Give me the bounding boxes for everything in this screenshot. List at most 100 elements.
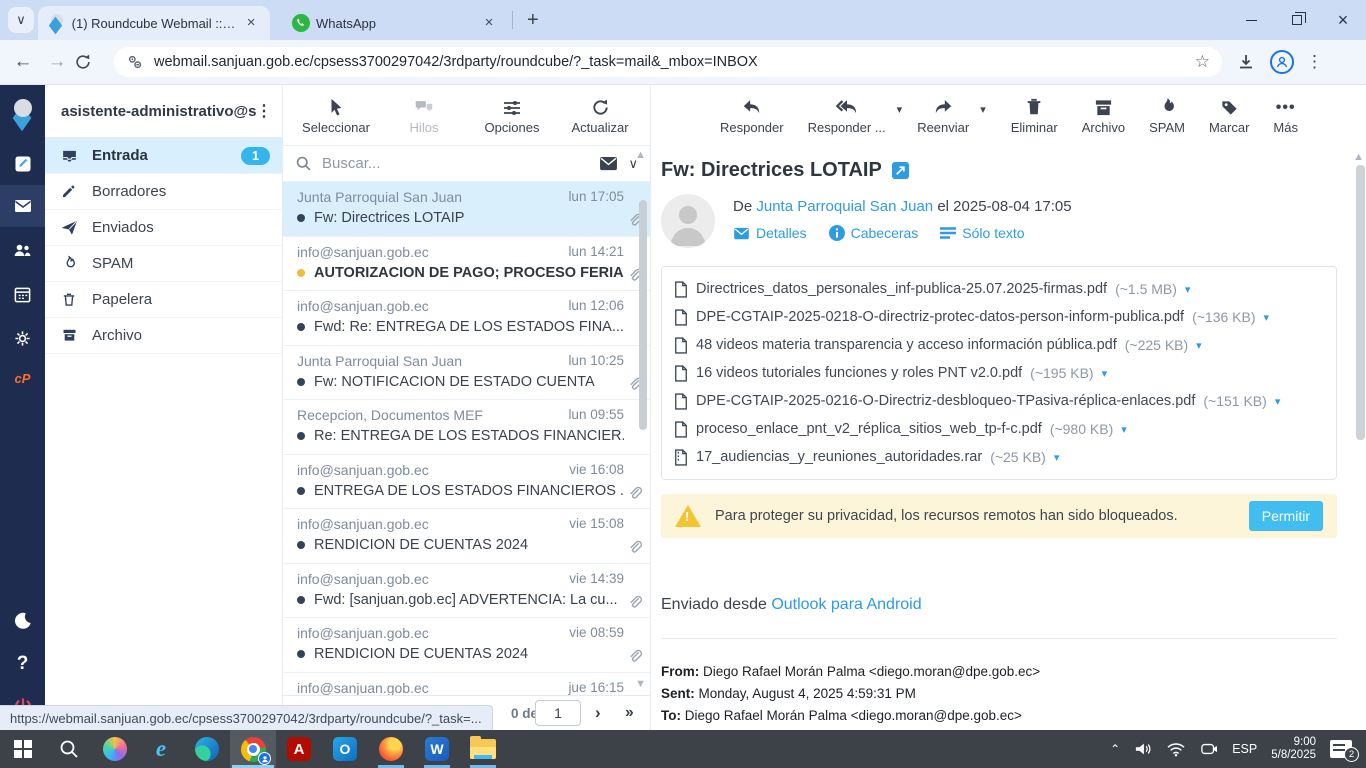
last-page-icon[interactable]: ›› [625,704,632,722]
bookmark-star-icon[interactable]: ☆ [1195,52,1210,72]
chrome-button[interactable] [230,730,276,768]
calendar-icon[interactable] [0,273,45,315]
address-bar[interactable]: webmail.sanjuan.gob.ec/cpsess3700297042/… [114,47,1222,77]
url-text[interactable]: webmail.sanjuan.gob.ec/cpsess3700297042/… [154,54,1195,70]
attachment-menu-caret[interactable]: ▾ [1185,283,1191,296]
tab-close-icon[interactable]: × [242,14,260,32]
page-number-input[interactable] [535,700,581,726]
scroll-up-arrow[interactable]: ▲ [1353,151,1364,163]
file-explorer-button[interactable] [460,730,506,768]
settings-gear-icon[interactable] [0,317,45,359]
sidebar-item-archivo[interactable]: Archivo [45,318,282,354]
sidebar-item-spam[interactable]: SPAM [45,246,282,282]
attachment-row[interactable]: DPE-CGTAIP-2025-0218-O-directriz-protec-… [674,303,1324,331]
attachment-menu-caret[interactable]: ▾ [1054,451,1060,464]
wifi-icon[interactable] [1159,730,1193,768]
attachment-menu-caret[interactable]: ▾ [1102,367,1108,380]
attachment-menu-caret[interactable]: ▾ [1121,423,1127,436]
message-row[interactable]: Junta Parroquial San Juanlun 10:25 Fw: N… [283,346,650,401]
tab-whatsapp[interactable]: WhatsApp × [282,6,508,40]
message-row[interactable]: info@sanjuan.gob.ecvie 15:08 RENDICION D… [283,509,650,564]
clock[interactable]: 9:00 5/8/2025 [1264,730,1323,768]
reply-button[interactable]: Responder [711,95,793,135]
archive-button[interactable]: Archivo [1073,95,1134,135]
message-row[interactable]: info@sanjuan.gob.ecjue 16:15 [283,673,650,696]
mark-button[interactable]: Marcar [1200,95,1258,135]
reload-button[interactable] [74,53,108,71]
close-window-button[interactable]: × [1320,0,1366,40]
forward-button[interactable]: → [40,51,74,73]
refresh-button[interactable]: Actualizar [564,95,636,135]
dark-mode-moon-icon[interactable] [0,600,45,642]
message-row[interactable]: Recepcion, Documentos MEFlun 09:55 Re: E… [283,400,650,455]
outlook-button[interactable]: O [322,730,368,768]
compose-icon[interactable] [0,143,45,185]
details-link[interactable]: Detalles [733,225,807,241]
reply-all-dropdown-caret[interactable]: ▾ [897,103,903,116]
next-page-icon[interactable]: › [595,703,601,723]
attachment-row[interactable]: proceso_enlace_pnt_v2_réplica_sitios_web… [674,415,1324,443]
headers-link[interactable]: Cabeceras [829,225,919,241]
sidebar-item-borradores[interactable]: Borradores [45,174,282,210]
message-row[interactable]: info@sanjuan.gob.eclun 14:21 AUTORIZACIO… [283,237,650,292]
downloads-icon[interactable] [1236,52,1256,72]
forward-button[interactable]: Reenviar [908,95,978,135]
word-button[interactable]: W [414,730,460,768]
list-scrollbar-thumb[interactable] [639,200,647,430]
more-button[interactable]: ••• Más [1264,95,1307,135]
forward-dropdown-caret[interactable]: ▾ [980,103,986,116]
attachment-row[interactable]: 17_audiencias_y_reuniones_autoridades.ra… [674,443,1324,471]
sender-link[interactable]: Junta Parroquial San Juan [756,198,933,215]
attachment-row[interactable]: DPE-CGTAIP-2025-0216-O-Directriz-desbloq… [674,387,1324,415]
outlook-link[interactable]: Outlook para Android [771,596,921,613]
account-menu-icon[interactable]: ⋮ [256,101,272,121]
scroll-up-arrow[interactable]: ▲ [635,149,646,161]
tab-close-icon[interactable]: × [480,14,498,32]
language-indicator[interactable]: ESP [1225,730,1264,768]
acrobat-button[interactable]: A [276,730,322,768]
sidebar-item-entrada[interactable]: Entrada 1 [45,138,282,174]
profile-avatar[interactable] [1270,50,1294,74]
message-row[interactable]: info@sanjuan.gob.ecvie 08:59 RENDICION D… [283,618,650,673]
back-button[interactable]: ← [6,51,40,73]
reply-all-button[interactable]: Responder ... [799,95,895,135]
copilot-button[interactable] [92,730,138,768]
search-input[interactable] [322,155,599,172]
edge-button[interactable] [184,730,230,768]
attachment-row[interactable]: 48 videos materia transparencia y acceso… [674,331,1324,359]
taskbar-search-button[interactable] [46,730,92,768]
plaintext-link[interactable]: Sólo texto [940,225,1024,241]
attachment-menu-caret[interactable]: ▾ [1264,311,1270,324]
attachment-row[interactable]: Directrices_datos_personales_inf-publica… [674,275,1324,303]
attachment-menu-caret[interactable]: ▾ [1196,339,1202,352]
message-row[interactable]: Junta Parroquial San Juanlun 17:05 Fw: D… [283,182,650,237]
contacts-icon[interactable] [0,229,45,271]
message-row[interactable]: info@sanjuan.gob.eclun 12:06 Fwd: Re: EN… [283,291,650,346]
tab-search-button[interactable]: ∨ [8,7,34,33]
browser-menu-icon[interactable]: ⋮ [1306,52,1323,72]
new-tab-button[interactable]: + [527,9,539,32]
tab-roundcube[interactable]: (1) Roundcube Webmail :: Entra × [38,6,270,40]
mail-icon[interactable] [0,185,45,227]
allow-remote-button[interactable]: Permitir [1249,501,1323,531]
select-button[interactable]: Seleccionar [300,95,372,135]
open-in-new-window-icon[interactable] [892,162,909,179]
tray-expand-chevron-icon[interactable]: ⌃ [1103,730,1127,768]
sidebar-item-papelera[interactable]: Papelera [45,282,282,318]
minimize-button[interactable] [1228,0,1274,40]
volume-icon[interactable] [1127,730,1159,768]
site-info-icon[interactable] [126,53,144,71]
internet-explorer-button[interactable]: e [138,730,184,768]
meet-now-icon[interactable] [1193,730,1225,768]
message-row[interactable]: info@sanjuan.gob.ecvie 16:08 ENTREGA DE … [283,455,650,510]
reader-scrollbar-thumb[interactable] [1356,165,1365,440]
cpanel-icon[interactable]: cP [0,357,45,399]
attachment-row[interactable]: 16 videos tutoriales funciones y roles P… [674,359,1324,387]
notification-center-button[interactable]: 2 [1323,730,1366,768]
message-row[interactable]: info@sanjuan.gob.ecvie 14:39 Fwd: [sanju… [283,564,650,619]
search-scope-mail-icon[interactable] [599,156,618,171]
scroll-down-arrow[interactable]: ▼ [635,678,646,690]
restore-button[interactable] [1274,0,1320,40]
help-icon[interactable]: ? [0,643,45,685]
roundcube-logo[interactable] [0,91,45,133]
